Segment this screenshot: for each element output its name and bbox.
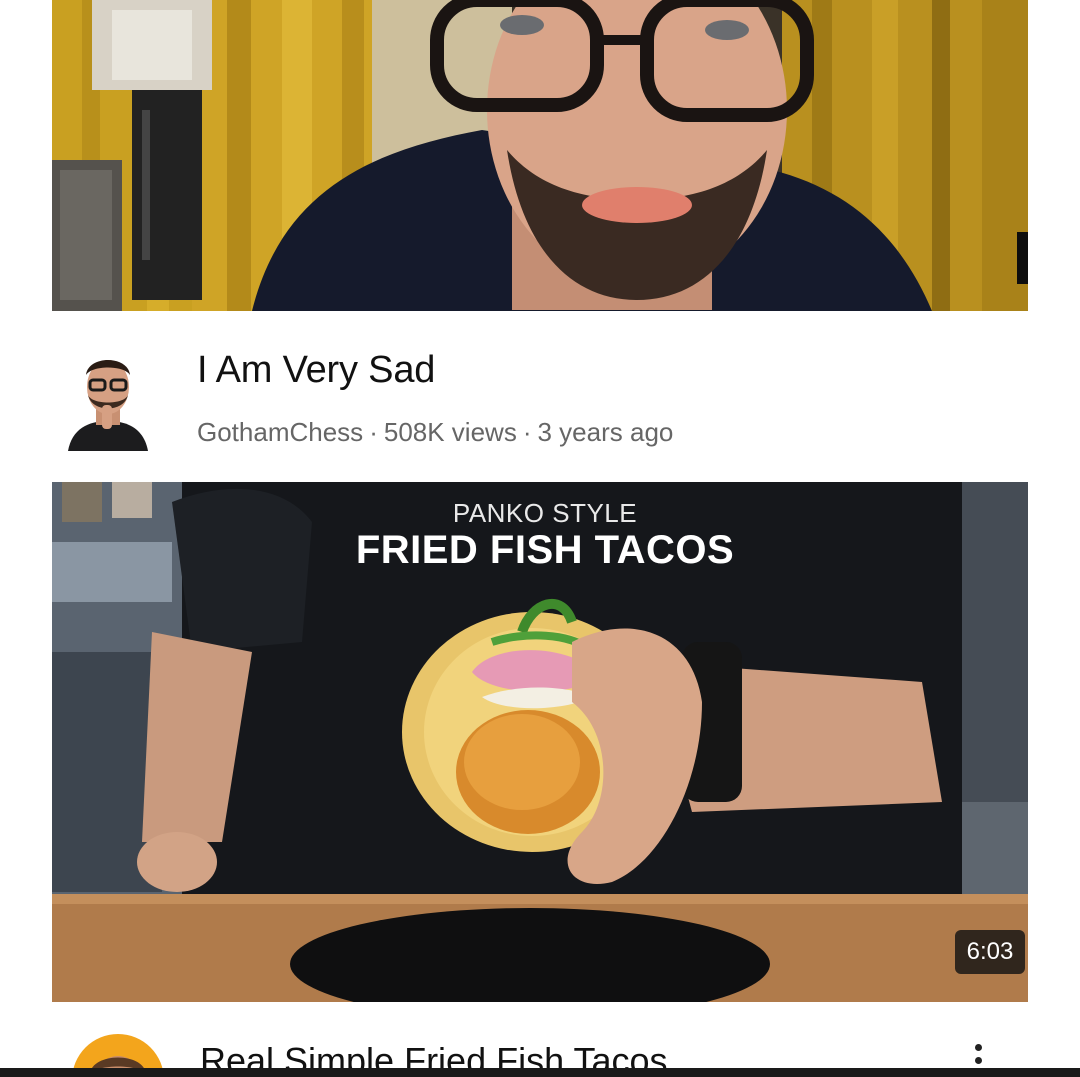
video-meta-2[interactable]: Real Simple Fried Fish Tacos: [52, 1002, 1028, 1077]
separator-dot: ·: [522, 417, 532, 447]
thumbnail-image-1: [52, 0, 1028, 311]
thumbnail-edge-shadow: [1017, 232, 1028, 284]
thumbnail-overlay-subtitle: PANKO STYLE: [452, 498, 638, 528]
video-thumbnail-2[interactable]: PANKO STYLE FRIED FISH TACOS 6:03: [52, 482, 1028, 1002]
channel-name[interactable]: GothamChess: [197, 417, 363, 447]
separator-dot: ·: [369, 417, 378, 447]
bottom-edge-bar: [0, 1068, 1080, 1077]
video-meta-1[interactable]: I Am Very Sad GothamChess · 508K views · 3 y…: [52, 311, 1028, 482]
video-title[interactable]: I Am Very Sad: [197, 349, 435, 392]
channel-avatar-image: [68, 360, 148, 451]
upload-age: 3 years ago: [537, 417, 674, 447]
view-count: 508K views: [383, 417, 517, 447]
video-thumbnail-1[interactable]: [52, 0, 1028, 311]
thumbnail-overlay-title: FRIED FISH TACOS: [355, 528, 735, 572]
kebab-dot: [974, 1044, 982, 1051]
duration-badge: 6:03: [955, 930, 1025, 974]
youtube-feed: I Am Very Sad GothamChess · 508K views · 3 y…: [0, 0, 1080, 1077]
channel-avatar[interactable]: [66, 347, 150, 451]
video-subtitle: GothamChess · 508K views · 3 years ago: [197, 417, 673, 448]
kebab-dot: [974, 1057, 982, 1064]
